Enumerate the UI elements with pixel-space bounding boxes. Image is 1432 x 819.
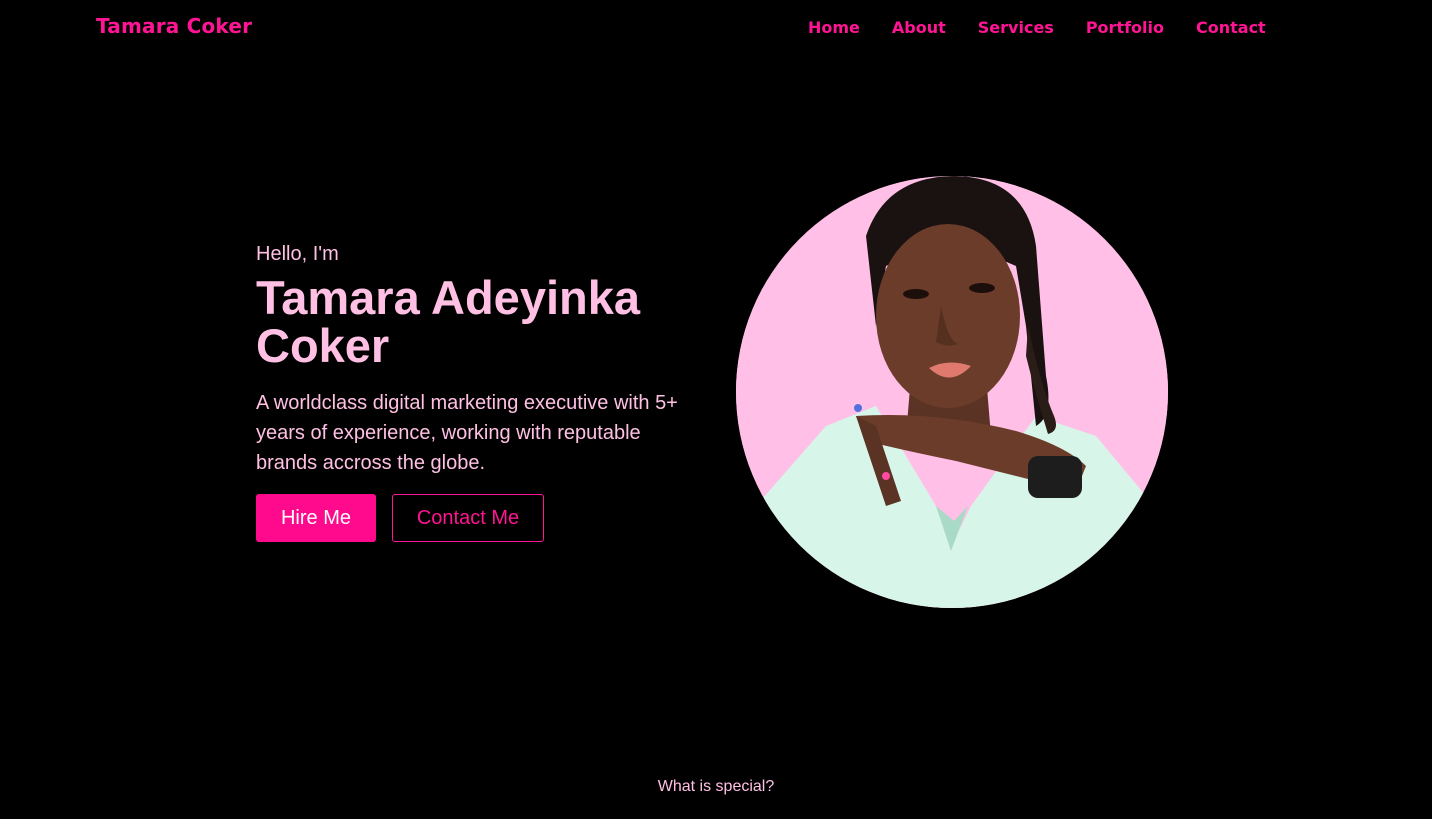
hero-description: A worldclass digital marketing executive… [256, 392, 678, 474]
nav-contact[interactable]: Contact [1196, 18, 1266, 37]
nav-about[interactable]: About [892, 18, 946, 37]
hero-name: Tamara Adeyinka Coker [256, 271, 641, 372]
profile-illustration [736, 176, 1168, 608]
hero-buttons: Hire Me Contact Me [256, 494, 706, 542]
hire-me-button[interactable]: Hire Me [256, 494, 376, 542]
brand-logo[interactable]: Tamara Coker [96, 14, 252, 38]
hero-greeting: Hello, I'm [256, 243, 339, 265]
nav-home[interactable]: Home [808, 18, 860, 37]
hero-section: Hello, I'm Tamara Adeyinka Coker A world… [256, 240, 706, 542]
nav-services[interactable]: Services [978, 18, 1054, 37]
contact-me-button[interactable]: Contact Me [392, 494, 544, 542]
navbar: Tamara Coker Home About Services Portfol… [0, 0, 1432, 56]
nav-portfolio[interactable]: Portfolio [1086, 18, 1164, 37]
nav-links: Home About Services Portfolio Contact [808, 18, 1298, 37]
section-title-special: What is special? [657, 778, 775, 795]
profile-photo [736, 176, 1168, 608]
